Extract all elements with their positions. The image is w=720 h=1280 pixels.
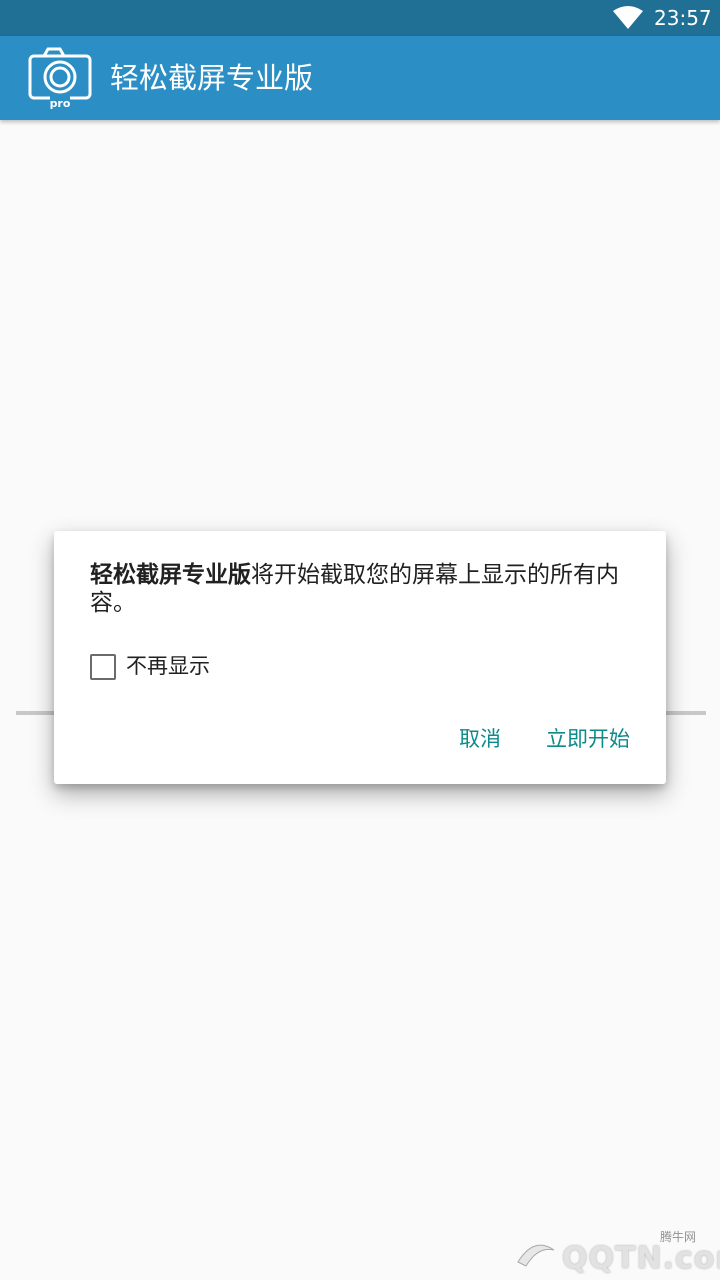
wifi-icon <box>613 6 643 29</box>
app-title: 轻松截屏专业版 <box>110 61 314 95</box>
status-bar: 23:57 <box>0 0 720 36</box>
camera-pro-icon: pro <box>28 47 92 110</box>
dialog-message: 轻松截屏专业版将开始截取您的屏幕上显示的所有内容。 <box>90 561 630 617</box>
app-bar: pro 轻松截屏专业版 <box>0 36 720 120</box>
start-now-button[interactable]: 立即开始 <box>546 725 630 753</box>
dont-show-again-checkbox[interactable] <box>90 654 116 680</box>
watermark-text: QQTN.com <box>562 1241 720 1276</box>
dont-show-again-row[interactable]: 不再显示 <box>88 651 308 683</box>
dialog-app-name: 轻松截屏专业版 <box>90 562 251 588</box>
clock: 23:57 <box>654 6 712 30</box>
watermark: 腾牛网 QQTN.com <box>510 1222 720 1280</box>
cancel-button[interactable]: 取消 <box>459 725 501 753</box>
watermark-logo-icon <box>517 1244 555 1267</box>
capture-permission-dialog: 轻松截屏专业版将开始截取您的屏幕上显示的所有内容。 不再显示 取消 立即开始 <box>54 531 666 784</box>
logo-badge: pro <box>50 97 71 110</box>
dont-show-again-label[interactable]: 不再显示 <box>126 652 210 680</box>
